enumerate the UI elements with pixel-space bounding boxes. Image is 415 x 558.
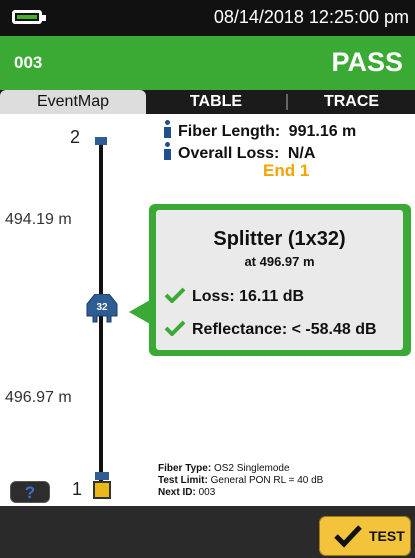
result-header: 003 PASS xyxy=(0,36,415,90)
next-id-row: Next ID: 003 xyxy=(158,487,216,498)
help-button[interactable]: ? xyxy=(10,481,50,503)
datetime: 08/14/2018 12:25:00 pm xyxy=(213,7,409,27)
splitter-ratio: 32 xyxy=(96,302,108,313)
test-button-label: TEST xyxy=(369,528,405,544)
fiber-type-row: Fiber Type: OS2 Singlemode xyxy=(158,463,290,474)
check-icon xyxy=(164,320,186,336)
tab-eventmap[interactable]: EventMap xyxy=(0,90,146,114)
battery-icon xyxy=(12,10,46,24)
info-icon[interactable] xyxy=(162,120,172,138)
splitter-icon[interactable]: 32 xyxy=(85,293,119,324)
overall-loss-row: Overall Loss: N/A xyxy=(162,142,315,163)
distance-lower: 496.97 m xyxy=(5,389,72,406)
fiber-length-row: Fiber Length: 991.16 m xyxy=(162,120,356,141)
info-icon[interactable] xyxy=(162,142,172,160)
tab-bar: EventMap TABLE TRACE xyxy=(0,90,415,114)
popup-pointer xyxy=(129,300,150,324)
connector-top-icon[interactable] xyxy=(95,137,107,145)
tab-table[interactable]: TABLE xyxy=(146,90,286,114)
test-button[interactable]: TEST xyxy=(319,516,411,556)
event-number-top: 2 xyxy=(70,127,81,147)
end-label: End 1 xyxy=(263,161,310,180)
check-icon xyxy=(164,287,186,303)
loss-row: Loss: 16.11 dB xyxy=(164,287,304,306)
popup-subtitle: at 496.97 m xyxy=(244,254,315,269)
test-result: PASS xyxy=(331,47,403,77)
tab-trace[interactable]: TRACE xyxy=(288,90,415,114)
test-limit-row: Test Limit: General PON RL = 40 dB xyxy=(158,475,324,486)
popup-title: Splitter (1x32) xyxy=(213,228,346,250)
test-id: 003 xyxy=(14,53,43,72)
status-bar: 08/14/2018 12:25:00 pm xyxy=(0,0,415,36)
connector-bottom-icon[interactable] xyxy=(93,472,111,500)
distance-upper: 494.19 m xyxy=(5,211,72,228)
event-popup[interactable]: Splitter (1x32) at 496.97 m Loss: 16.11 … xyxy=(149,204,411,356)
reflectance-row: Reflectance: < -58.48 dB xyxy=(164,320,377,339)
check-icon xyxy=(334,525,362,548)
event-number-bottom: 1 xyxy=(72,479,83,499)
